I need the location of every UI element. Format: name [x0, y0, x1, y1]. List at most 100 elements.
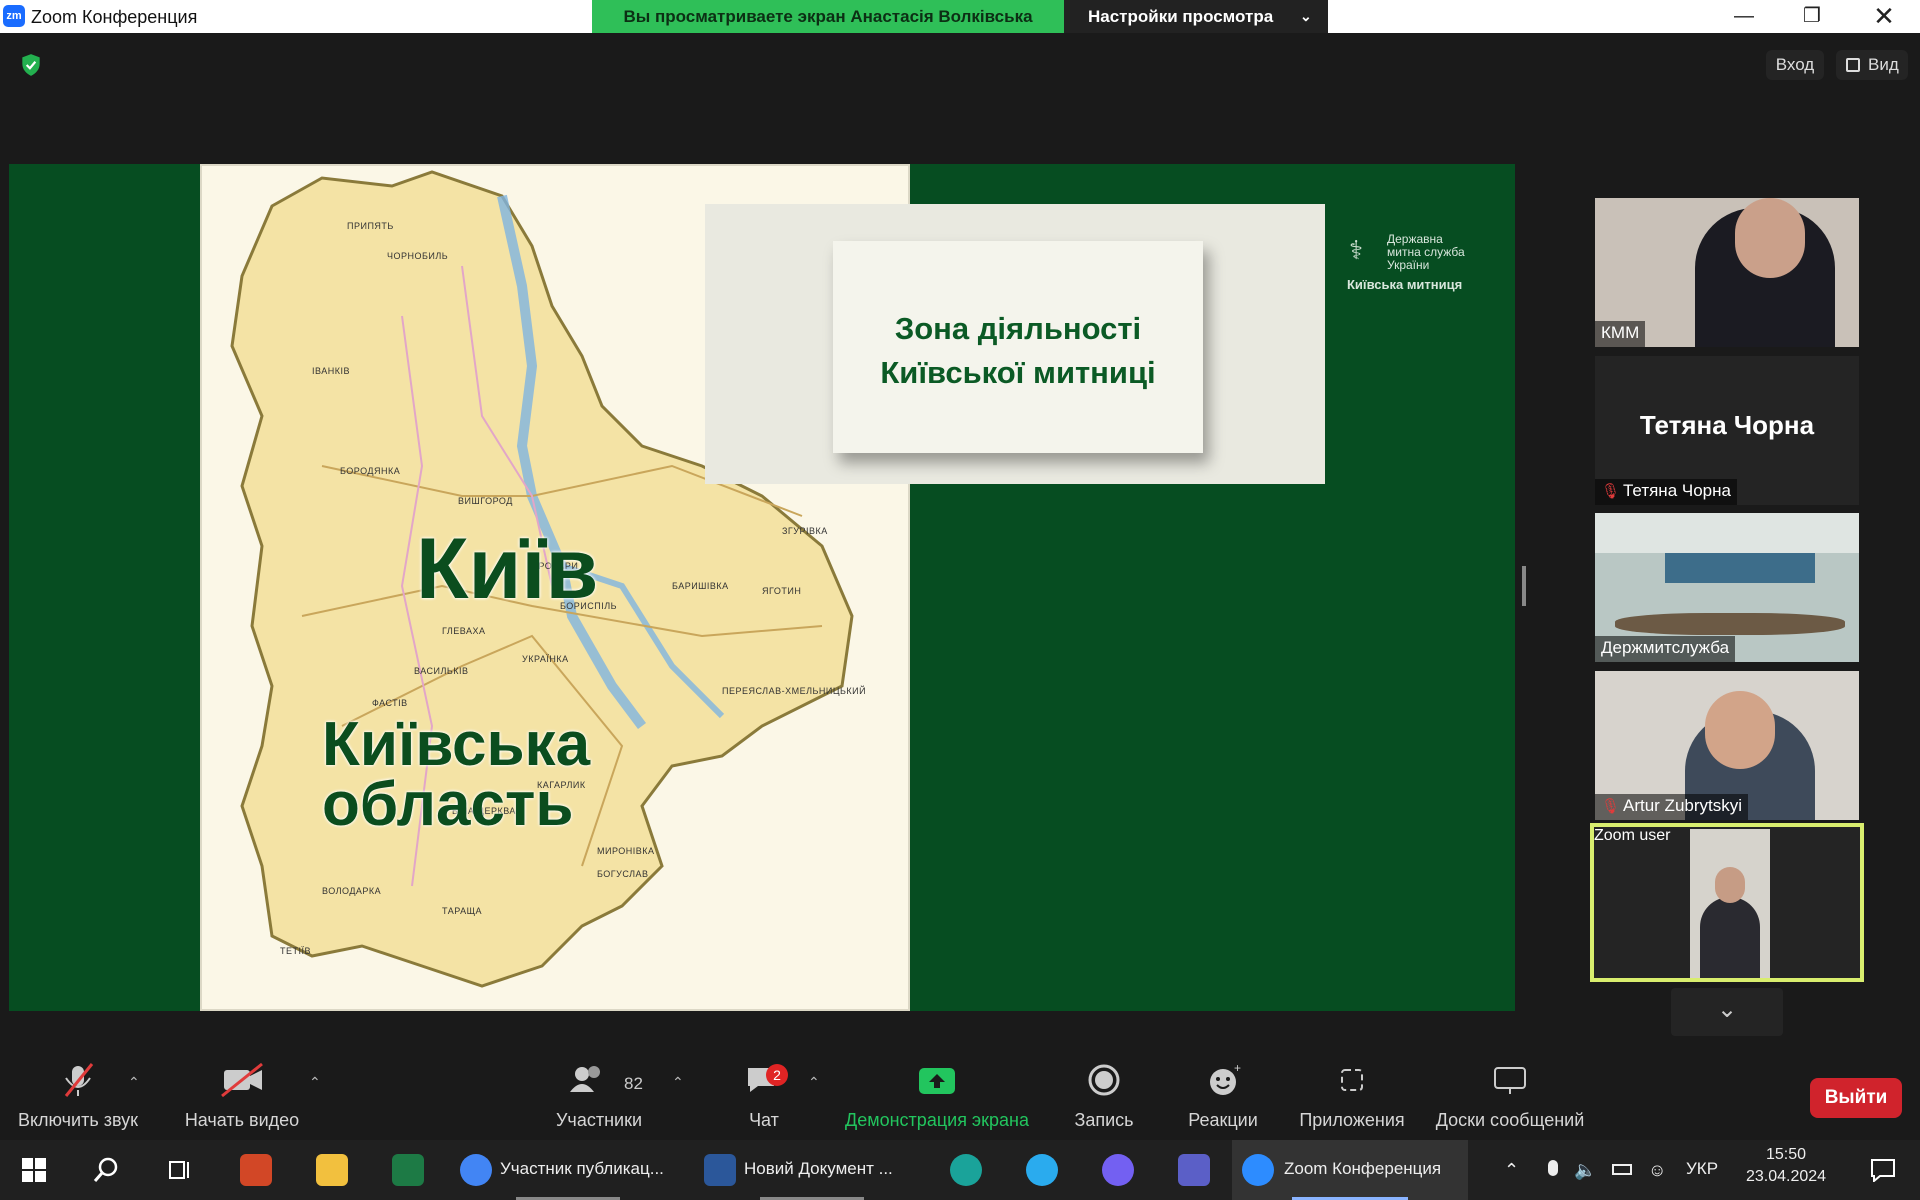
minimize-icon[interactable]: — [1716, 0, 1772, 33]
chat-chevron-icon[interactable]: ⌃ [808, 1074, 820, 1091]
reactions-label: Реакции [1188, 1110, 1258, 1130]
taskbar-powerpoint[interactable] [236, 1140, 276, 1200]
town-label: ВИШГОРОД [458, 496, 513, 506]
video-screen [1665, 553, 1815, 583]
participants-chevron-icon[interactable]: ⌃ [672, 1074, 684, 1091]
mic-muted-icon [64, 1063, 94, 1097]
participant-name-tag: 🎙 Artur Zubrytskyi [1595, 794, 1749, 820]
apps-icon [1341, 1069, 1363, 1091]
taskbar-file-explorer[interactable] [312, 1140, 352, 1200]
participants-button[interactable]: 82 Участники [548, 1048, 650, 1140]
restore-icon[interactable]: ❐ [1784, 0, 1840, 33]
participant-tile[interactable]: 🎙 Artur Zubrytskyi [1595, 671, 1859, 820]
town-label: ВОЛОДАРКА [322, 886, 382, 896]
leave-meeting-button[interactable]: Выйти [1810, 1078, 1902, 1118]
participant-avatar-name: Тетяна Чорна [1639, 410, 1815, 440]
taskbar-viber[interactable] [1098, 1140, 1138, 1200]
whiteboards-label: Доски сообщений [1435, 1110, 1585, 1130]
chat-button[interactable]: 2 Чат [728, 1048, 800, 1140]
viber-icon [1102, 1154, 1134, 1186]
town-label: БАРИШІВКА [672, 581, 729, 591]
chat-label: Чат [749, 1110, 779, 1130]
video-options-chevron-icon[interactable]: ⌃ [309, 1074, 321, 1091]
zoom-icon [1242, 1154, 1274, 1186]
view-button-label: Вид [1868, 55, 1899, 74]
close-icon[interactable]: ✕ [1856, 0, 1912, 33]
start-video-button[interactable]: Начать видео [178, 1048, 306, 1140]
chevron-down-icon: ⌄ [1300, 8, 1312, 24]
notification-button[interactable] [1856, 1140, 1916, 1200]
start-video-label: Начать видео [184, 1110, 300, 1130]
view-options-button[interactable]: Настройки просмотра ⌄ [1064, 0, 1328, 33]
map-region-label-line1: Київська [322, 710, 591, 779]
taskbar-telegram[interactable] [1022, 1140, 1062, 1200]
window-title: Zoom Конференция [31, 7, 198, 27]
start-button[interactable] [18, 1140, 58, 1200]
town-label: ВАСИЛЬКІВ [414, 666, 469, 676]
clock-time: 15:50 [1765, 1146, 1807, 1163]
tray-battery-icon[interactable] [1610, 1140, 1636, 1200]
record-icon [1088, 1064, 1120, 1096]
video-table [1615, 613, 1845, 635]
taskbar-teams[interactable] [1174, 1140, 1214, 1200]
zoom-window-title: Zoom Конференция [1284, 1159, 1442, 1178]
taskbar-zoom[interactable]: Zoom Конференция [1232, 1140, 1468, 1200]
unmute-button[interactable]: Включить звук [10, 1048, 146, 1140]
participant-tile[interactable]: Держмитслужба [1595, 513, 1859, 662]
task-view-icon [169, 1161, 189, 1179]
share-screen-button[interactable]: Демонстрация экрана [840, 1048, 1034, 1140]
chat-badge: 2 [766, 1064, 788, 1086]
apps-button[interactable]: Приложения [1294, 1048, 1410, 1140]
view-button[interactable]: Вид [1836, 50, 1908, 80]
whiteboards-button[interactable]: Доски сообщений [1430, 1048, 1590, 1140]
video-face [1735, 198, 1805, 278]
reactions-icon: + [1210, 1062, 1241, 1095]
video-face [1705, 691, 1775, 769]
excel-icon [392, 1154, 424, 1186]
windows-logo-icon [22, 1158, 46, 1182]
taskbar-chrome[interactable]: Участник публикац... [456, 1140, 680, 1200]
video-face [1715, 867, 1745, 903]
customs-emblem-icon: ⚕ [1349, 235, 1364, 265]
tray-wifi-icon[interactable]: ☺ [1648, 1140, 1674, 1200]
logo-text: Державна митна служба України [1387, 233, 1465, 272]
panel-resize-handle[interactable] [1522, 566, 1526, 606]
participant-tile[interactable]: КММ [1595, 198, 1859, 347]
view-options-label: Настройки просмотра [1088, 7, 1274, 26]
audio-options-chevron-icon[interactable]: ⌃ [128, 1074, 140, 1091]
town-label: ІВАНКІВ [312, 366, 350, 376]
notification-icon [1871, 1159, 1895, 1182]
title-card-paper: Зона діяльності Київської митниці [833, 241, 1203, 453]
town-label: ФАСТІВ [372, 698, 408, 708]
town-label: ТАРАЩА [442, 906, 483, 916]
record-label: Запись [1074, 1110, 1134, 1130]
taskbar-edge[interactable] [946, 1140, 986, 1200]
enter-button[interactable]: Вход [1766, 50, 1824, 80]
taskbar-excel[interactable] [388, 1140, 428, 1200]
task-view-button[interactable] [164, 1140, 204, 1200]
map-region-label-line2: область [322, 770, 574, 839]
chat-icon [748, 1068, 774, 1092]
logo-subtitle: Київська митниця [1347, 277, 1463, 292]
search-button[interactable] [88, 1140, 128, 1200]
participant-name: Artur Zubrytskyi [1623, 796, 1743, 815]
taskbar-word[interactable]: Новий Документ ... [700, 1140, 910, 1200]
participant-name-tag: 🎙 Тетяна Чорна [1595, 479, 1737, 505]
participants-scroll-down-button[interactable]: ⌄ [1671, 988, 1783, 1036]
shield-check-icon[interactable] [18, 52, 44, 78]
reactions-button[interactable]: + Реакции [1186, 1048, 1260, 1140]
participant-tile[interactable]: Тетяна Чорна 🎙 Тетяна Чорна [1595, 356, 1859, 505]
tray-microphone-icon[interactable] [1542, 1140, 1564, 1200]
chrome-window-title: Участник публикац... [500, 1159, 664, 1178]
town-label: УКРАЇНКА [522, 654, 569, 664]
word-window-title: Новий Документ ... [744, 1159, 893, 1178]
tray-language[interactable]: УКР [1686, 1140, 1722, 1200]
tray-volume-icon[interactable]: 🔈 [1574, 1140, 1600, 1200]
taskbar-clock[interactable]: 15:50 23.04.2024 [1742, 1146, 1830, 1186]
tray-overflow-chevron-icon[interactable]: ⌃ [1504, 1140, 1530, 1200]
word-icon [704, 1154, 736, 1186]
record-button[interactable]: Запись [1070, 1048, 1138, 1140]
participant-name: Тетяна Чорна [1623, 481, 1731, 500]
active-speaker-tile[interactable]: Zoom user [1590, 823, 1864, 982]
participant-name: КММ [1595, 321, 1646, 347]
